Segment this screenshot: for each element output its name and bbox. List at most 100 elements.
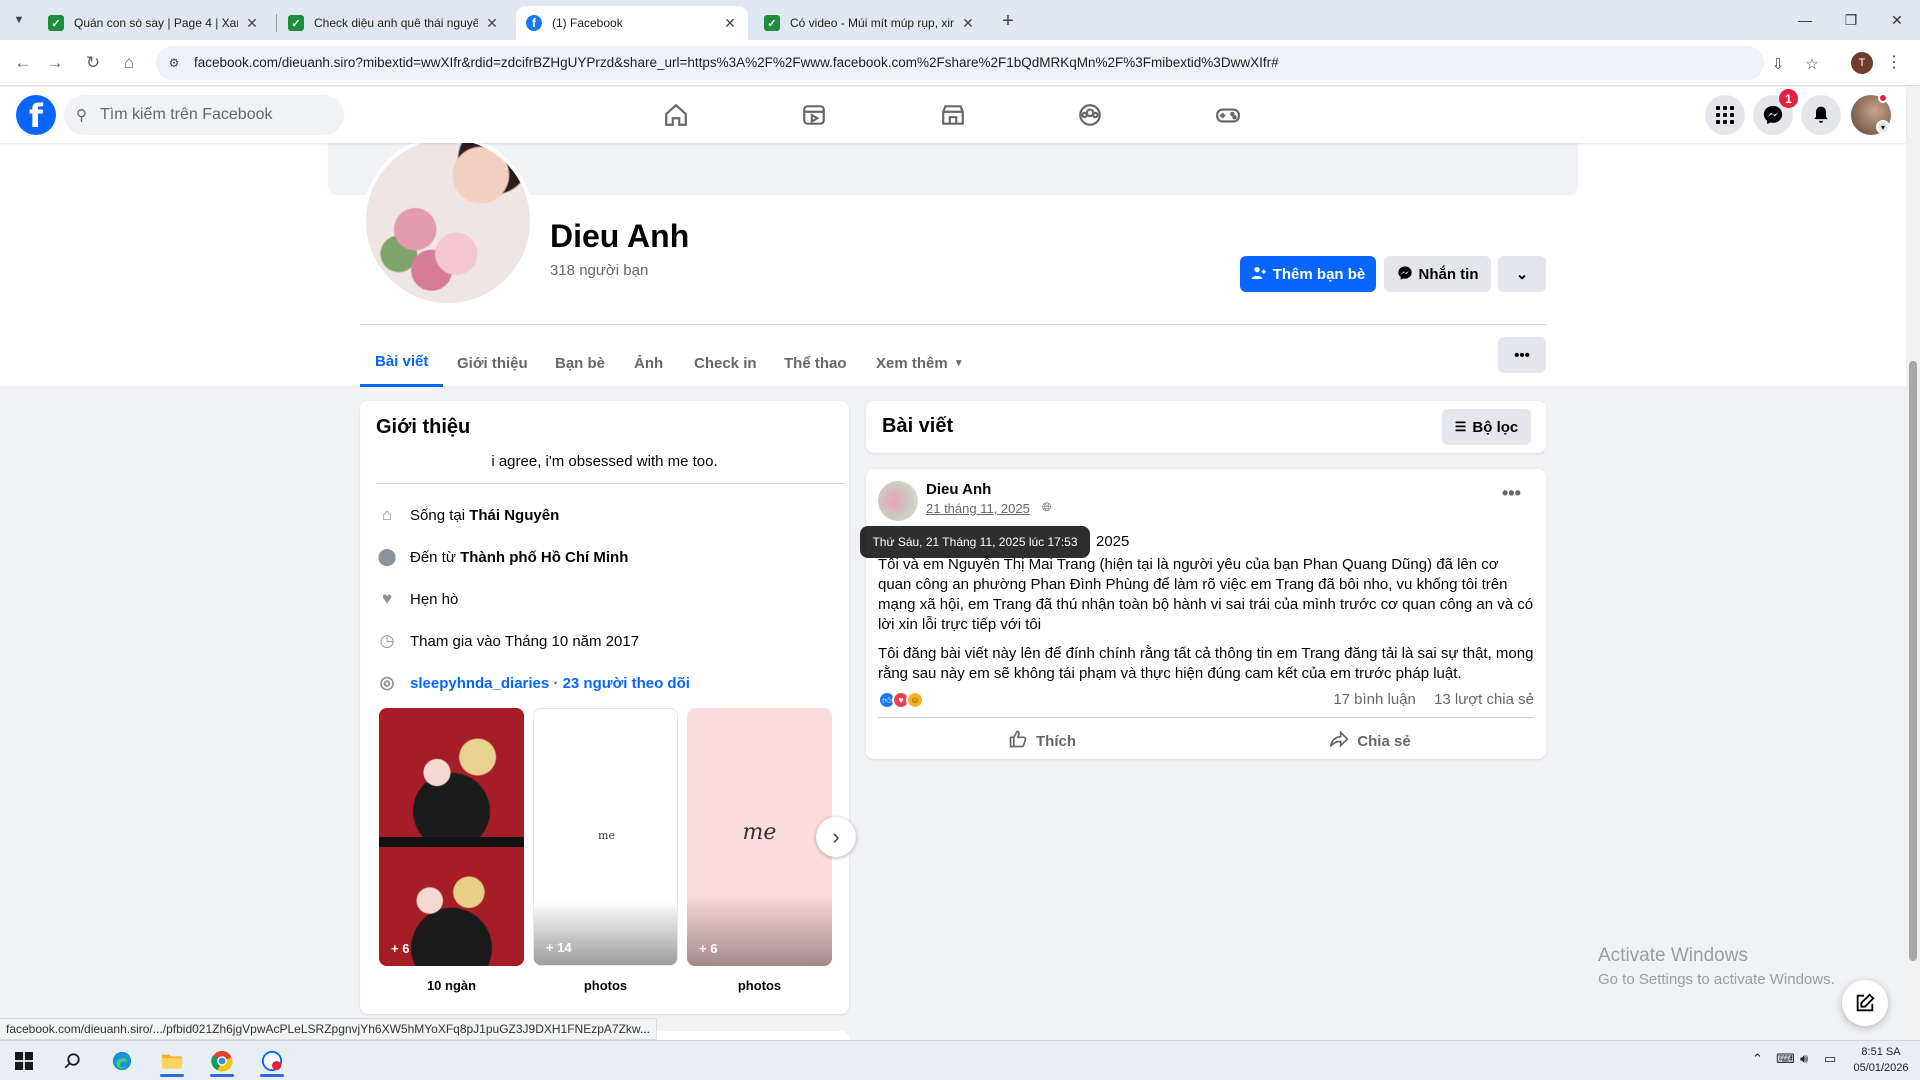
comments-count[interactable]: 17 bình luận xyxy=(1333,691,1416,708)
share-button[interactable]: Chia sẻ xyxy=(1206,723,1534,759)
highlight-label[interactable]: photos xyxy=(533,978,678,993)
facebook-logo-icon[interactable]: f xyxy=(16,95,56,135)
keyboard-icon[interactable]: ⌨ xyxy=(1776,1051,1795,1067)
forward-button[interactable]: → xyxy=(42,50,68,76)
post-date[interactable]: 21 tháng 11, 2025 xyxy=(926,501,1030,516)
thumbs-up-icon xyxy=(1008,729,1028,754)
compose-message-button[interactable] xyxy=(1842,980,1888,1026)
volume-icon[interactable]: 🔊︎ xyxy=(1800,1051,1808,1067)
address-bar[interactable]: ⚙ facebook.com/dieuanh.siro?mibextid=wwX… xyxy=(156,46,1819,80)
reaction-icons[interactable]: 👍︎ ♥ ☺ xyxy=(878,691,924,709)
reload-button[interactable]: ↻ xyxy=(80,50,106,76)
friends-count[interactable]: 318 người bạn xyxy=(550,262,648,279)
add-friend-button[interactable]: Thêm bạn bè xyxy=(1240,256,1376,292)
tab-sports[interactable]: Thể thao xyxy=(769,339,862,387)
gaming-icon[interactable] xyxy=(1172,91,1284,139)
back-button[interactable]: ← xyxy=(10,50,36,76)
tab-photos[interactable]: Ảnh xyxy=(619,339,678,387)
browser-menu-icon[interactable]: ⋮ xyxy=(1886,52,1902,72)
close-icon[interactable]: ✕ xyxy=(722,15,738,32)
window-close-button[interactable]: ✕ xyxy=(1874,6,1920,34)
chevron-right-icon[interactable]: › xyxy=(816,817,856,857)
search-icon: ⚲ xyxy=(76,107,87,124)
see-more-label: Xem thêm xyxy=(876,354,948,372)
browser-tab-active[interactable]: f (1) Facebook ✕ xyxy=(516,6,748,40)
browser-tab-4[interactable]: ✓ Có video - Múi mít múp rụp, xin ✕ xyxy=(754,6,986,40)
post-date-tooltip: Thứ Sáu, 21 Tháng 11, 2025 lúc 17:53 xyxy=(860,526,1090,558)
restore-button[interactable]: ❐ xyxy=(1828,6,1874,34)
highlight-label[interactable]: photos xyxy=(687,978,832,993)
network-icon[interactable]: ▭ xyxy=(1824,1051,1836,1067)
featured-highlight-2[interactable]: me + 14 xyxy=(533,708,678,966)
more-dots-icon[interactable]: ••• xyxy=(1502,483,1521,504)
instagram-link[interactable]: sleepyhnda_diaries · 23 người theo dõi xyxy=(410,675,690,692)
close-icon[interactable]: ✕ xyxy=(484,15,500,32)
post-author-avatar[interactable] xyxy=(878,481,918,521)
tab-title: Có video - Múi mít múp rụp, xin xyxy=(790,16,954,30)
bookmark-star-icon[interactable]: ☆ xyxy=(1802,54,1822,74)
tab-check-in[interactable]: Check in xyxy=(679,339,772,387)
file-explorer-icon[interactable] xyxy=(152,1045,192,1077)
intro-instagram[interactable]: ◎ sleepyhnda_diaries · 23 người theo dõi xyxy=(376,671,690,695)
profile-picture[interactable] xyxy=(362,135,534,307)
tab-posts[interactable]: Bài viết xyxy=(360,339,444,387)
menu-grid-icon[interactable] xyxy=(1705,95,1745,135)
tab-friends[interactable]: Bạn bè xyxy=(540,339,620,387)
lives-in-value[interactable]: Thái Nguyên xyxy=(469,507,559,524)
messenger-badge: 1 xyxy=(1779,89,1798,108)
groups-icon[interactable] xyxy=(1034,91,1146,139)
intro-card: Giới thiệu i agree, i'm obsessed with me… xyxy=(360,401,856,1014)
browser-tab-2[interactable]: ✓ Check diệu anh quê thái nguyên ✕ xyxy=(278,6,510,40)
check-icon: ✓ xyxy=(764,15,780,31)
featured-highlight-1[interactable]: + 6 xyxy=(379,708,524,966)
minimize-button[interactable]: — xyxy=(1782,6,1828,34)
from-value[interactable]: Thành phố Hồ Chí Minh xyxy=(460,549,628,566)
filter-label: Bộ lọc xyxy=(1472,418,1519,436)
like-button[interactable]: Thích xyxy=(878,723,1206,759)
page-scrollbar[interactable] xyxy=(1906,87,1920,1040)
chevron-down-icon[interactable]: ▾ xyxy=(1876,120,1890,134)
featured-highlight-3[interactable]: me + 6 xyxy=(687,708,832,966)
address-url[interactable]: facebook.com/dieuanh.siro?mibextid=wwXIf… xyxy=(194,55,1279,70)
highlight-label[interactable]: 10 ngàn xyxy=(379,978,524,993)
close-icon[interactable]: ✕ xyxy=(244,15,260,32)
facebook-search-input[interactable]: ⚲ Tìm kiếm trên Facebook xyxy=(64,95,344,135)
chevron-up-icon[interactable]: ⌃ xyxy=(1752,1051,1763,1067)
home-icon[interactable] xyxy=(620,91,732,139)
profile-options-button[interactable]: ••• xyxy=(1498,337,1546,373)
browser-profile-avatar[interactable]: T xyxy=(1851,52,1873,74)
scrollbar-thumb[interactable] xyxy=(1909,361,1917,961)
search-placeholder: Tìm kiếm trên Facebook xyxy=(100,106,273,123)
search-icon[interactable] xyxy=(52,1045,92,1077)
shares-count[interactable]: 13 lượt chia sẻ xyxy=(1434,691,1534,708)
close-icon[interactable]: ✕ xyxy=(960,15,976,32)
highlight-text: me xyxy=(598,829,615,842)
new-tab-button[interactable]: + xyxy=(996,9,1020,33)
filter-button[interactable]: ☰ Bộ lọc xyxy=(1442,409,1531,445)
tab-search-dropdown-icon[interactable]: ▼ xyxy=(8,9,30,31)
divider xyxy=(376,483,844,484)
chrome-icon[interactable] xyxy=(202,1045,242,1077)
divider xyxy=(360,324,1546,325)
message-button[interactable]: Nhắn tin xyxy=(1384,256,1491,292)
taskbar-clock[interactable]: 8:51 SA 05/01/2026 xyxy=(1846,1044,1916,1076)
windows-start-icon[interactable] xyxy=(4,1045,44,1077)
highlight-count: + 6 xyxy=(391,941,410,956)
tab-see-more[interactable]: Xem thêm ▼ xyxy=(861,339,979,387)
add-user-icon xyxy=(1251,265,1267,284)
marketplace-icon[interactable] xyxy=(897,91,1009,139)
post-author[interactable]: Dieu Anh xyxy=(926,481,991,498)
install-app-icon[interactable]: ⇩ xyxy=(1768,54,1788,74)
tab-about[interactable]: Giới thiệu xyxy=(442,339,543,387)
activate-windows-title: Activate Windows xyxy=(1598,945,1748,966)
video-icon[interactable] xyxy=(758,91,870,139)
notifications-bell-icon[interactable] xyxy=(1801,95,1841,135)
edge-browser-icon[interactable] xyxy=(102,1045,142,1077)
caret-down-icon: ▼ xyxy=(953,357,964,369)
profile-more-dropdown[interactable]: ⌄ xyxy=(1498,256,1546,292)
home-button[interactable]: ⌂ xyxy=(116,50,142,76)
zalo-app-icon[interactable] xyxy=(252,1045,292,1077)
browser-tab-1[interactable]: ✓ Quán con sò say | Page 4 | Xam ✕ xyxy=(38,6,270,40)
facebook-icon: f xyxy=(526,15,542,31)
site-info-icon[interactable]: ⚙ xyxy=(166,55,182,71)
